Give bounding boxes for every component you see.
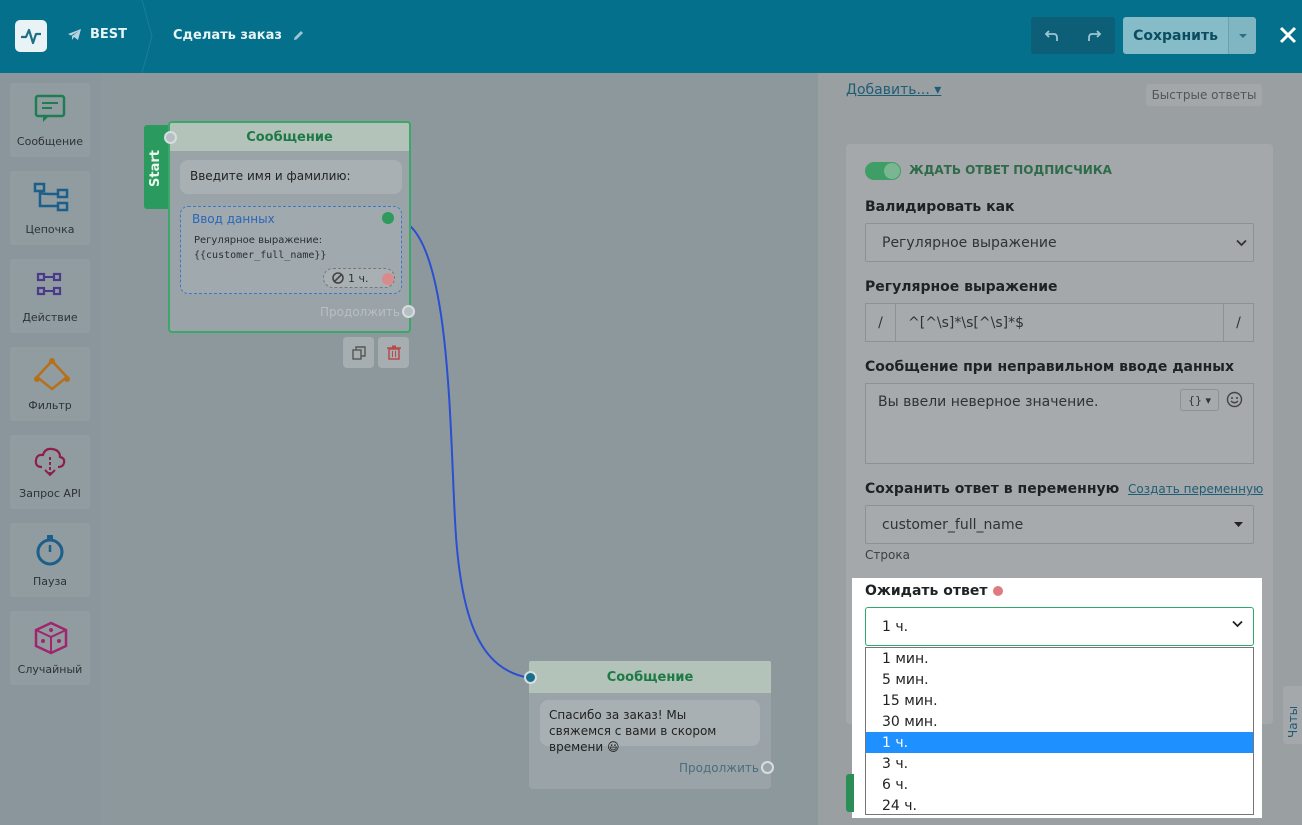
wait-reply-label: ЖДАТЬ ОТВЕТ ПОДПИСЧИКА [909,163,1112,177]
message-bubble[interactable]: Введите имя и фамилию: [180,160,402,194]
node2-continue-port[interactable] [761,761,774,774]
validate-select[interactable]: Регулярное выражение [865,223,1254,262]
regex-close-slash: / [1223,304,1253,341]
option-6-hours[interactable]: 6 ч. [866,774,1253,795]
node2-input-port[interactable] [524,671,537,684]
node-title: Сообщение [529,661,771,693]
error-message-label: Сообщение при неправильном вводе данных [865,359,1234,375]
wait-time-select[interactable]: 1 ч. [865,607,1254,646]
copy-node-button[interactable] [343,337,374,368]
timeout-icon [332,272,344,284]
trash-icon [386,345,401,360]
input-connector[interactable] [382,212,394,224]
chats-tab-label: Чаты [1286,705,1300,738]
save-var-label: Сохранить ответ в переменную [865,481,1120,497]
chats-tab[interactable]: Чаты [1283,686,1302,744]
add-dropdown-link[interactable]: Добавить... ▾ [846,82,941,98]
regex-field: / ^[^\s]*\s[^\s]*$ / [865,303,1254,342]
chevron-down-icon [1232,620,1243,628]
node-actions [343,337,409,368]
add-label: Добавить... [846,82,930,98]
wait-time-label-text: Ожидать ответ [865,583,988,599]
wait-time-value: 1 ч. [882,618,909,635]
variable-select[interactable]: customer_full_name [865,505,1254,544]
validate-label: Валидировать как [865,199,1015,215]
regex-label: Регулярное выражение [865,279,1058,295]
delete-node-button[interactable] [378,337,409,368]
option-24-hours[interactable]: 24 ч. [866,795,1253,816]
message-node-2[interactable]: Сообщение Спасибо за заказ! Мы свяжемся … [529,661,771,789]
wait-time-label: Ожидать ответ [865,583,1004,599]
emoji-icon[interactable] [1226,391,1243,408]
timeout-connector[interactable] [382,273,394,285]
option-1-hour[interactable]: 1 ч. [866,732,1253,753]
input-description: Регулярное выражение: {{customer_full_na… [194,233,326,263]
option-3-hours[interactable]: 3 ч. [866,753,1253,774]
input-desc-variable: {{customer_full_name}} [194,250,327,261]
hidden-button-edge[interactable] [846,774,854,812]
timeout-value: 1 ч. [348,271,369,285]
copy-icon [351,345,366,360]
start-label: Start [148,150,163,187]
validate-value: Регулярное выражение [882,234,1057,251]
node-title: Сообщение [170,123,409,151]
wait-reply-toggle[interactable] [865,162,901,180]
option-1-min[interactable]: 1 мин. [866,648,1253,669]
input-block[interactable]: Ввод данных Регулярное выражение: {{cust… [180,206,402,294]
input-desc-label: Регулярное выражение: [194,235,323,246]
chevron-down-icon [1236,239,1247,247]
continue-label: Продолжить [679,761,759,775]
quick-replies-button[interactable]: Быстрые ответы [1146,84,1262,106]
continue-label: Продолжить [320,305,400,319]
variable-braces: {} [1187,393,1202,407]
variable-type: Строка [865,548,910,562]
input-title: Ввод данных [192,212,275,226]
create-variable-link[interactable]: Создать переменную [1128,482,1263,496]
required-indicator [993,586,1004,596]
message-bubble[interactable]: Спасибо за заказ! Мы свяжемся с вами в с… [540,700,760,754]
continue-port[interactable] [402,305,415,318]
regex-input[interactable]: ^[^\s]*\s[^\s]*$ [896,304,1223,341]
variable-value: customer_full_name [882,516,1024,533]
message-node[interactable]: Сообщение Введите имя и фамилию: Ввод да… [168,121,411,333]
insert-variable-button[interactable]: {} ▾ [1180,389,1219,411]
option-30-min[interactable]: 30 мин. [866,711,1253,732]
caret-down-icon [1234,522,1243,527]
option-15-min[interactable]: 15 мин. [866,690,1253,711]
node-input-port[interactable] [164,131,177,144]
option-5-min[interactable]: 5 мин. [866,669,1253,690]
regex-open-slash: / [866,304,896,341]
wait-time-options: 1 мин. 5 мин. 15 мин. 30 мин. 1 ч. 3 ч. … [865,647,1254,815]
